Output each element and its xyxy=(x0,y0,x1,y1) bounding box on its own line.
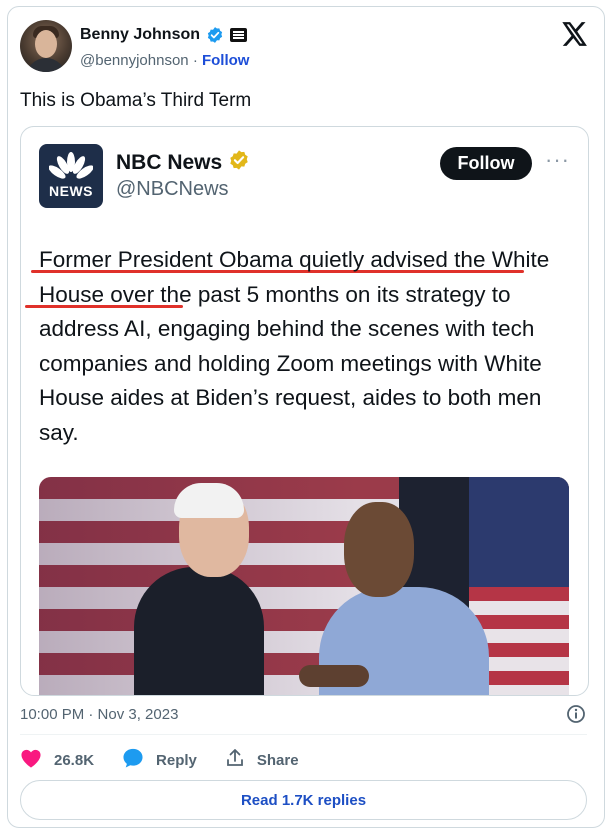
news-photo xyxy=(39,477,569,695)
avatar[interactable] xyxy=(20,20,72,72)
follow-link[interactable]: Follow xyxy=(202,52,250,69)
affiliate-badge-icon[interactable] xyxy=(230,28,248,42)
share-label: Share xyxy=(256,751,299,769)
like-count: 26.8K xyxy=(54,751,95,769)
divider xyxy=(20,734,587,735)
nbc-display-name: NBC News xyxy=(116,150,223,174)
nbc-logo-text: NEWS xyxy=(49,183,93,199)
nbc-name-row: NBC News xyxy=(116,149,250,176)
reply-button[interactable]: Reply xyxy=(122,748,197,772)
author-name-row: Benny Johnson xyxy=(80,26,248,44)
gold-verified-badge-icon xyxy=(228,149,250,176)
info-icon[interactable] xyxy=(566,704,586,729)
x-logo-icon[interactable] xyxy=(562,22,588,53)
separator-dot: · xyxy=(192,52,198,69)
nbc-follow-button: Follow xyxy=(440,147,532,180)
author-handle[interactable]: @bennyjohnson xyxy=(80,52,189,69)
author-handle-row: @bennyjohnson · Follow xyxy=(80,52,249,69)
more-options-icon: ··· xyxy=(545,147,570,172)
quoted-image[interactable]: NEWS NBC News @NBCNews Follow ··· Former… xyxy=(20,126,589,696)
nbc-logo: NEWS xyxy=(39,144,103,208)
share-icon xyxy=(225,748,245,772)
action-bar: 26.8K Reply Share xyxy=(20,748,327,772)
author-display-name[interactable]: Benny Johnson xyxy=(80,26,200,44)
reply-bubble-icon xyxy=(122,748,144,772)
like-button[interactable]: 26.8K xyxy=(20,748,94,772)
tweet-text: This is Obama’s Third Term xyxy=(20,90,252,111)
nbc-post-text: Former President Obama quietly advised t… xyxy=(39,247,550,445)
share-button[interactable]: Share xyxy=(225,748,299,772)
tweet-timestamp[interactable]: 10:00 PM · Nov 3, 2023 xyxy=(20,706,178,723)
nbc-handle: @NBCNews xyxy=(116,178,229,200)
heart-icon xyxy=(20,748,42,772)
verified-badge-icon xyxy=(206,26,224,44)
read-replies-button[interactable]: Read 1.7K replies xyxy=(20,780,587,820)
reply-label: Reply xyxy=(156,751,197,769)
